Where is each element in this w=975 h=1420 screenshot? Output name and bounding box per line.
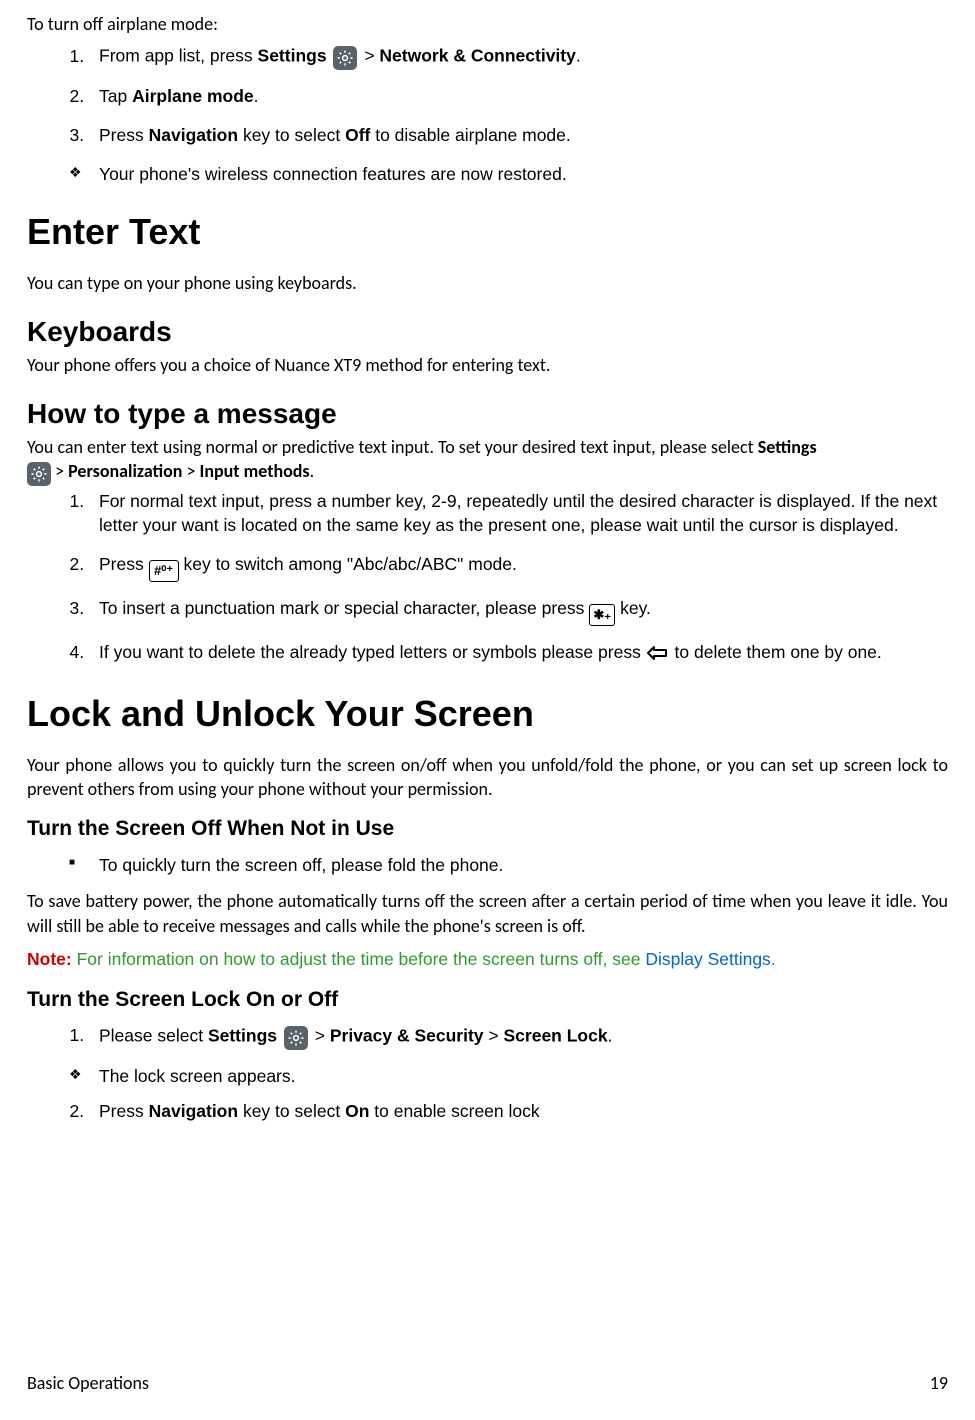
hash-key-icon: #⁰⁺: [149, 560, 179, 582]
sub-item: Your phone's wireless connection feature…: [91, 163, 948, 187]
text: key to select: [238, 1101, 345, 1121]
text: >: [484, 1025, 504, 1045]
bold-nav: Navigation: [149, 125, 238, 145]
type-steps: For normal text input, press a number ke…: [27, 490, 948, 668]
text: to enable screen lock: [369, 1101, 539, 1121]
note-text: For information on how to adjust the tim…: [72, 949, 646, 969]
text: Press: [99, 1101, 149, 1121]
step-3: Press Navigation key to select Off to di…: [89, 124, 948, 148]
step-2: Tap Airplane mode.: [89, 85, 948, 109]
note-paragraph: Note: For information on how to adjust t…: [27, 948, 948, 972]
text: key.: [615, 598, 651, 618]
lock-steps: Please select Settings > Privacy & Secur…: [27, 1024, 948, 1050]
bold-personalization: Personalization: [68, 460, 182, 482]
text: Press: [99, 554, 149, 574]
bold-settings: Settings: [258, 46, 327, 66]
enter-text-desc: You can type on your phone using keyboar…: [27, 271, 948, 295]
settings-icon: [284, 1026, 308, 1050]
text: >: [364, 46, 379, 66]
text: to delete them one by one.: [670, 642, 882, 662]
page-number: 19: [930, 1371, 948, 1395]
text: >: [182, 460, 199, 482]
bold-privacy: Privacy & Security: [330, 1025, 484, 1045]
bold-input: Input methods: [200, 460, 310, 482]
keyboards-desc: Your phone offers you a choice of Nuance…: [27, 353, 948, 377]
intro-text: To turn off airplane mode:: [27, 12, 948, 36]
page-footer: Basic Operations 19: [27, 1371, 948, 1395]
screen-off-list: To quickly turn the screen off, please f…: [27, 854, 948, 878]
text: >: [55, 460, 68, 482]
bold-settings: Settings: [208, 1025, 277, 1045]
text: key to switch among "Abc/abc/ABC" mode.: [179, 554, 517, 574]
text: .: [254, 86, 259, 106]
step-1: From app list, press Settings > Network …: [89, 44, 948, 70]
bold-settings: Settings: [758, 436, 817, 458]
back-icon: [646, 644, 670, 669]
bold-screenlock: Screen Lock: [504, 1025, 608, 1045]
bold-on: On: [345, 1101, 369, 1121]
text: Tap: [99, 86, 132, 106]
screen-off-item: To quickly turn the screen off, please f…: [91, 854, 948, 878]
text: To insert a punctuation mark or special …: [99, 598, 589, 618]
text: .: [608, 1025, 613, 1045]
text: key to select: [238, 125, 345, 145]
text: Please select: [99, 1025, 208, 1045]
type-message-desc: You can enter text using normal or predi…: [27, 435, 948, 486]
text: >: [315, 1025, 330, 1045]
bold-network: Network & Connectivity: [379, 46, 575, 66]
lock-step-2: Press Navigation key to select On to ena…: [89, 1100, 948, 1124]
heading-type-message: How to type a message: [27, 395, 948, 433]
lock-step-1: Please select Settings > Privacy & Secur…: [89, 1024, 948, 1050]
airplane-off-steps: From app list, press Settings > Network …: [27, 44, 948, 147]
bold-airplane: Airplane mode: [132, 86, 254, 106]
settings-icon: [27, 462, 51, 486]
type-step-1: For normal text input, press a number ke…: [89, 490, 948, 537]
heading-screen-off: Turn the Screen Off When Not in Use: [27, 815, 948, 843]
text: .: [576, 46, 581, 66]
heading-keyboards: Keyboards: [27, 313, 948, 351]
type-step-3: To insert a punctuation mark or special …: [89, 597, 948, 626]
text: Press: [99, 125, 149, 145]
battery-save-text: To save battery power, the phone automat…: [27, 889, 948, 938]
bold-off: Off: [345, 125, 370, 145]
text: If you want to delete the already typed …: [99, 642, 646, 662]
note-end: .: [771, 949, 776, 969]
bold-nav: Navigation: [149, 1101, 238, 1121]
type-step-2: Press #⁰⁺ key to switch among "Abc/abc/A…: [89, 553, 948, 582]
text: to disable airplane mode.: [370, 125, 570, 145]
heading-screen-lock: Turn the Screen Lock On or Off: [27, 986, 948, 1014]
lock-steps-2: Press Navigation key to select On to ena…: [27, 1100, 948, 1124]
display-settings-link[interactable]: Display Settings: [645, 949, 770, 969]
note-label: Note:: [27, 949, 72, 969]
footer-section: Basic Operations: [27, 1371, 149, 1395]
lock-desc: Your phone allows you to quickly turn th…: [27, 753, 948, 802]
settings-icon: [333, 46, 357, 70]
heading-lock-unlock: Lock and Unlock Your Screen: [27, 690, 948, 739]
airplane-sub: Your phone's wireless connection feature…: [27, 163, 948, 187]
text: You can enter text using normal or predi…: [27, 436, 758, 458]
heading-enter-text: Enter Text: [27, 208, 948, 257]
lock-sub: The lock screen appears.: [27, 1065, 948, 1089]
lock-sub-item: The lock screen appears.: [91, 1065, 948, 1089]
type-step-4: If you want to delete the already typed …: [89, 641, 948, 669]
star-key-icon: ✱₊: [589, 604, 615, 626]
text: From app list, press: [99, 46, 258, 66]
text: .: [310, 460, 315, 482]
